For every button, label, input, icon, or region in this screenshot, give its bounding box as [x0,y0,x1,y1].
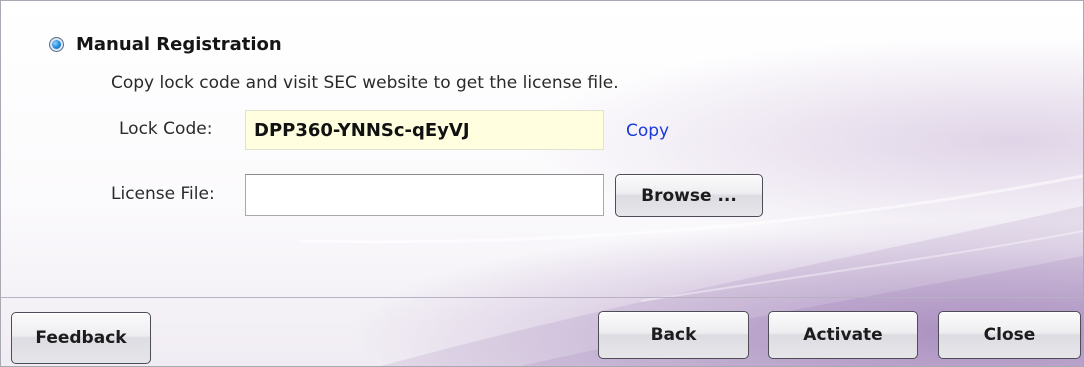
back-button[interactable]: Back [598,311,749,359]
manual-registration-panel: Manual Registration Copy lock code and v… [1,1,1083,297]
feedback-button[interactable]: Feedback [11,312,151,364]
license-file-label: License File: [111,184,215,204]
instruction-text: Copy lock code and visit SEC website to … [111,73,619,93]
lock-code-field: DPP360-YNNSc-qEyVJ [245,110,604,150]
footer-divider [1,297,1083,298]
radio-selected-icon[interactable] [49,36,64,52]
lock-code-value: DPP360-YNNSc-qEyVJ [254,119,470,141]
manual-registration-label: Manual Registration [76,33,282,55]
registration-dialog: Manual Registration Copy lock code and v… [0,0,1084,367]
close-button[interactable]: Close [938,311,1081,359]
browse-button[interactable]: Browse ... [615,174,763,217]
activate-button[interactable]: Activate [768,311,918,359]
lock-code-label: Lock Code: [119,119,213,139]
radio-dot-icon [52,39,61,49]
manual-registration-option[interactable]: Manual Registration [49,31,282,57]
license-file-input[interactable] [245,174,604,216]
copy-link[interactable]: Copy [626,121,669,141]
